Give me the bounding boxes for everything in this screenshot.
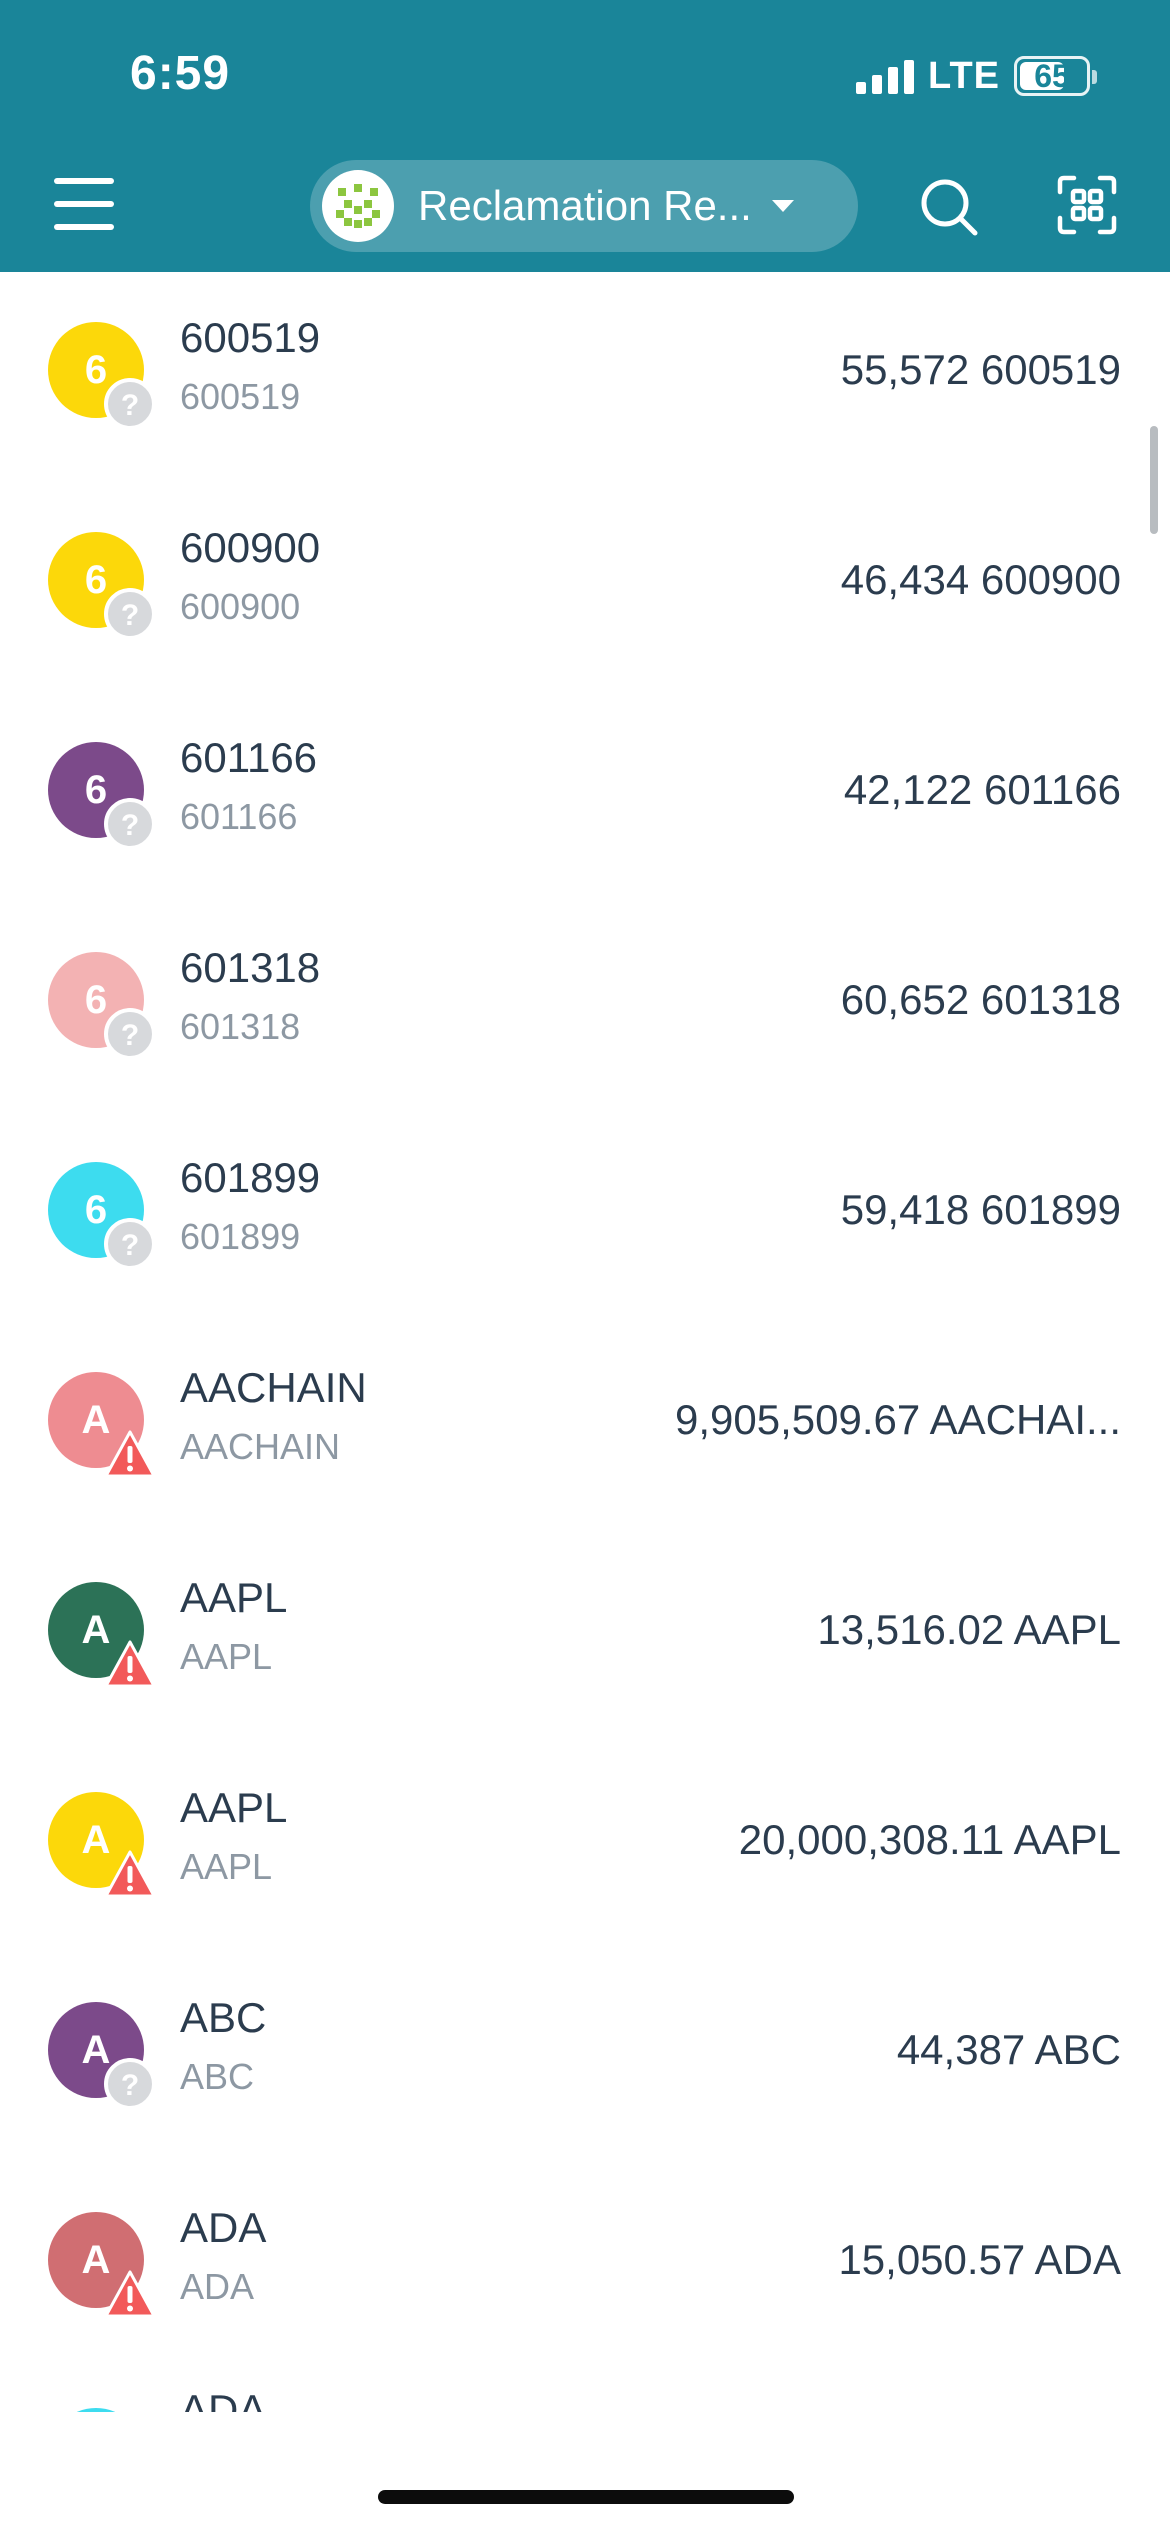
- wallet-avatar-icon: [322, 170, 394, 242]
- token-row[interactable]: 6? 600900 600900 46,434 600900: [0, 482, 1170, 692]
- question-icon: ?: [104, 378, 156, 430]
- token-name: 601899: [180, 1154, 321, 1201]
- token-row[interactable]: 6? 601899 601899 59,418 601899: [0, 1112, 1170, 1322]
- token-row[interactable]: A AACHAIN AACHAIN 9,905,509.67 AACHAI...: [0, 1322, 1170, 1532]
- token-row[interactable]: 6? 601318 601318 60,652 601318: [0, 902, 1170, 1112]
- app-header: 6:59 LTE 65 Reclamation Re...: [0, 0, 1170, 272]
- token-name: 600900: [180, 524, 321, 571]
- svg-text:?: ?: [121, 2069, 139, 2102]
- search-icon[interactable]: [918, 176, 980, 238]
- token-balance: 44,387 ABC: [896, 2026, 1121, 2073]
- token-avatar-icon: [48, 2408, 144, 2412]
- token-name: 601318: [180, 944, 321, 991]
- token-balance: 59,418 601899: [840, 1186, 1121, 1233]
- question-icon: ?: [104, 2058, 156, 2110]
- status-indicators: LTE 65: [856, 54, 1097, 97]
- token-row[interactable]: 6? 600519 600519 55,572 600519: [0, 272, 1170, 482]
- svg-text:?: ?: [121, 1019, 139, 1052]
- token-symbol: 601318: [180, 1006, 301, 1047]
- warning-icon: [104, 1848, 156, 1900]
- token-row[interactable]: A ADA ADA 15,050.57 ADA: [0, 2162, 1170, 2372]
- token-symbol: AAPL: [180, 1846, 273, 1887]
- home-indicator[interactable]: [378, 2490, 794, 2504]
- token-row[interactable]: 6? 601166 601166 42,122 601166: [0, 692, 1170, 902]
- chevron-down-icon: [771, 200, 794, 212]
- question-icon: ?: [104, 1218, 156, 1270]
- question-icon: ?: [104, 798, 156, 850]
- wallet-name: Reclamation Re...: [418, 182, 752, 229]
- svg-text:?: ?: [121, 1229, 139, 1262]
- token-balance: 9,905,509.67 AACHAI...: [675, 1396, 1121, 1443]
- token-name: ABC: [180, 1994, 267, 2041]
- token-row-partial[interactable]: ADA: [0, 2372, 1170, 2412]
- token-balance: 60,652 601318: [840, 976, 1121, 1023]
- token-row[interactable]: A AAPL AAPL 13,516.02 AAPL: [0, 1532, 1170, 1742]
- token-symbol: AAPL: [180, 1636, 273, 1677]
- token-balance: 55,572 600519: [840, 346, 1121, 393]
- svg-text:?: ?: [121, 389, 139, 422]
- token-balance: 46,434 600900: [840, 556, 1121, 603]
- token-symbol: ABC: [180, 2056, 255, 2097]
- list-fade: [0, 2420, 1170, 2532]
- token-name: AACHAIN: [180, 1364, 367, 1411]
- warning-icon: [104, 1638, 156, 1690]
- warning-icon: [104, 1428, 156, 1480]
- token-symbol: 601166: [180, 796, 298, 837]
- token-name: 600519: [180, 314, 321, 361]
- network-type: LTE: [928, 54, 1000, 97]
- battery-level: 65: [1034, 57, 1070, 94]
- question-icon: ?: [104, 1008, 156, 1060]
- token-symbol: ADA: [180, 2266, 255, 2307]
- token-name: ADA: [180, 2204, 267, 2251]
- token-name: 601166: [180, 734, 318, 781]
- token-symbol: 601899: [180, 1216, 301, 1257]
- svg-text:?: ?: [121, 809, 139, 842]
- scrollbar[interactable]: [1150, 426, 1158, 534]
- token-balance: 15,050.57 ADA: [838, 2236, 1121, 2283]
- question-icon: ?: [104, 588, 156, 640]
- token-row[interactable]: A? ABC ABC 44,387 ABC: [0, 1952, 1170, 2162]
- token-row[interactable]: A AAPL AAPL 20,000,308.11 AAPL: [0, 1742, 1170, 1952]
- wallet-selector[interactable]: Reclamation Re...: [310, 160, 858, 252]
- token-name: AAPL: [180, 1784, 288, 1831]
- hamburger-menu-icon[interactable]: [54, 178, 114, 230]
- token-list: 6? 600519 600519 55,572 600519 6? 600900 60090…: [0, 272, 1170, 2412]
- token-balance: 42,122 601166: [843, 766, 1121, 813]
- token-symbol: 600519: [180, 376, 301, 417]
- token-balance: 13,516.02 AAPL: [817, 1606, 1121, 1653]
- cellular-signal-icon: [856, 58, 915, 94]
- status-time: 6:59: [130, 47, 231, 100]
- token-symbol: AACHAIN: [180, 1426, 341, 1467]
- qr-scan-icon[interactable]: [1056, 174, 1118, 236]
- token-name: ADA: [180, 2386, 267, 2412]
- battery-icon: 65: [1014, 56, 1097, 96]
- svg-text:?: ?: [121, 599, 139, 632]
- token-symbol: 600900: [180, 586, 301, 627]
- token-balance: 20,000,308.11 AAPL: [738, 1816, 1121, 1863]
- token-name: AAPL: [180, 1574, 288, 1621]
- warning-icon: [104, 2268, 156, 2320]
